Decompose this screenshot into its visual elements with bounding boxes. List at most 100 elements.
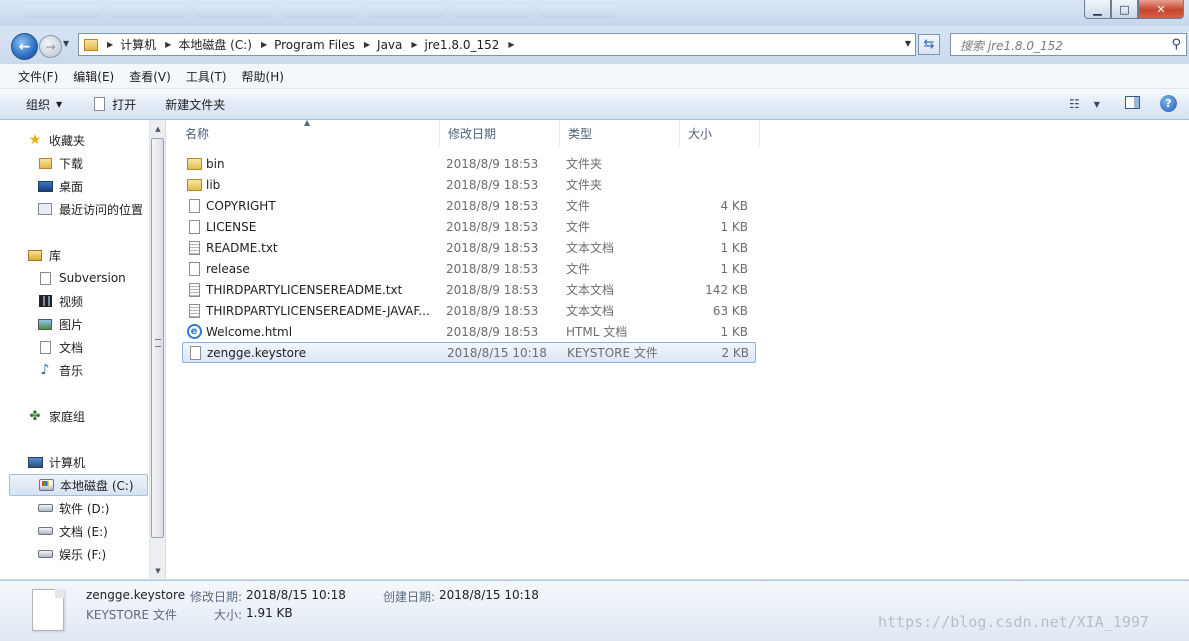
file-type: 文本文档 bbox=[566, 241, 615, 255]
nav-recent-places[interactable]: 最近访问的位置 bbox=[37, 198, 143, 220]
address-row: ← → ▼ ▶ 计算机 ▶ 本地磁盘 (C:) ▶ Program Files ▶ J… bbox=[0, 26, 1189, 64]
file-row[interactable]: lib 2018/8/9 18:53 文件夹 bbox=[182, 174, 756, 195]
file-modified-date: 2018/8/9 18:53 bbox=[446, 282, 539, 297]
window-controls: ▁ □ ✕ bbox=[1084, 0, 1184, 19]
nav-music[interactable]: ♪ 音乐 bbox=[37, 359, 83, 381]
nav-scrollbar[interactable]: ▲ ▼ bbox=[149, 120, 165, 579]
file-row[interactable]: zengge.keystore 2018/8/15 10:18 KEYSTORE 文… bbox=[182, 342, 756, 363]
column-type[interactable]: 类型 bbox=[560, 120, 680, 146]
file-modified-date: 2018/8/9 18:53 bbox=[446, 303, 539, 318]
file-type: 文本文档 bbox=[566, 304, 615, 318]
nav-documents[interactable]: 文档 bbox=[37, 336, 83, 358]
folder-icon bbox=[186, 156, 202, 171]
file-row[interactable]: README.txt 2018/8/9 18:53 文本文档 1 KB bbox=[182, 237, 756, 258]
breadcrumb-computer[interactable]: 计算机 ▶ bbox=[120, 36, 178, 53]
file-modified-date: 2018/8/9 18:53 bbox=[446, 198, 539, 213]
file-row[interactable]: e Welcome.html 2018/8/9 18:53 HTML 文档 1 KB bbox=[182, 321, 756, 342]
nav-drive-d[interactable]: 软件 (D:) bbox=[37, 497, 109, 519]
breadcrumb-local-disk[interactable]: 本地磁盘 (C:) ▶ bbox=[178, 36, 274, 53]
preview-pane-icon[interactable] bbox=[1125, 96, 1140, 109]
nav-homegroup[interactable]: ✤ 家庭组 bbox=[27, 405, 85, 427]
help-icon[interactable]: ? bbox=[1160, 95, 1177, 112]
back-button[interactable]: ← bbox=[11, 33, 38, 60]
nav-downloads[interactable]: 下载 bbox=[37, 152, 83, 174]
nav-drive-f[interactable]: 娱乐 (F:) bbox=[37, 543, 106, 565]
file-size: 1 KB bbox=[720, 240, 748, 255]
chevron-down-icon: ▼ bbox=[1093, 99, 1100, 109]
nav-favorites[interactable]: ★ 收藏夹 bbox=[27, 129, 85, 151]
file-size: 63 KB bbox=[712, 303, 748, 318]
back-arrow-icon: ← bbox=[18, 38, 31, 55]
file-modified-date: 2018/8/9 18:53 bbox=[446, 324, 539, 339]
menu-view[interactable]: 查看(V) bbox=[121, 68, 178, 85]
file-row[interactable]: THIRDPARTYLICENSEREADME.txt 2018/8/9 18:5… bbox=[182, 279, 756, 300]
file-name: Welcome.html bbox=[206, 324, 293, 339]
file-type: 文件 bbox=[566, 262, 591, 276]
file-type: HTML 文档 bbox=[566, 325, 628, 339]
video-icon bbox=[37, 294, 53, 308]
address-history-dropdown-icon[interactable]: ▼ bbox=[905, 39, 911, 48]
change-view-button[interactable]: ☷ ▼ bbox=[1069, 97, 1100, 111]
nav-libraries[interactable]: 库 bbox=[27, 244, 61, 266]
file-name: lib bbox=[206, 177, 221, 192]
details-view-icon: ☷ bbox=[1069, 97, 1080, 111]
breadcrumb-program-files[interactable]: Program Files ▶ bbox=[274, 38, 377, 52]
details-filename: zengge.keystore bbox=[86, 588, 186, 602]
breadcrumb-root[interactable]: ▶ bbox=[98, 40, 120, 49]
refresh-icon: ⇆ bbox=[923, 37, 935, 52]
breadcrumb-jre[interactable]: jre1.8.0_152 ▶ bbox=[425, 38, 522, 52]
organize-button[interactable]: 组织 ▼ bbox=[26, 89, 62, 119]
minimize-button[interactable]: ▁ bbox=[1084, 0, 1111, 19]
address-bar[interactable]: ▶ 计算机 ▶ 本地磁盘 (C:) ▶ Program Files ▶ Java ▶ j… bbox=[78, 33, 916, 56]
nav-subversion[interactable]: Subversion bbox=[37, 267, 126, 289]
search-input[interactable] bbox=[958, 35, 1162, 56]
file-modified-date: 2018/8/9 18:53 bbox=[446, 177, 539, 192]
nav-desktop[interactable]: 桌面 bbox=[37, 175, 83, 197]
nav-videos[interactable]: 视频 bbox=[37, 290, 83, 312]
file-icon bbox=[186, 261, 202, 276]
file-name: THIRDPARTYLICENSEREADME.txt bbox=[206, 282, 403, 297]
new-folder-button[interactable]: 新建文件夹 bbox=[165, 89, 225, 119]
downloads-folder-icon bbox=[37, 156, 53, 170]
menu-help[interactable]: 帮助(H) bbox=[234, 68, 291, 85]
file-name: bin bbox=[206, 156, 225, 171]
file-type: 文件 bbox=[566, 220, 591, 234]
star-icon: ★ bbox=[28, 132, 42, 148]
file-row[interactable]: THIRDPARTYLICENSEREADME-JAVAF... 2018/8/9… bbox=[182, 300, 756, 321]
file-row[interactable]: release 2018/8/9 18:53 文件 1 KB bbox=[182, 258, 756, 279]
system-drive-icon bbox=[38, 478, 54, 492]
scroll-up-icon[interactable]: ▲ bbox=[150, 120, 165, 137]
search-icon[interactable]: ⚲ bbox=[1171, 37, 1181, 52]
file-name: LICENSE bbox=[206, 219, 257, 234]
file-row[interactable]: LICENSE 2018/8/9 18:53 文件 1 KB bbox=[182, 216, 756, 237]
nav-computer[interactable]: 计算机 bbox=[27, 451, 85, 473]
column-name[interactable]: ▲ 名称 bbox=[166, 118, 440, 146]
breadcrumb-java[interactable]: Java ▶ bbox=[377, 38, 425, 52]
recent-pages-dropdown-icon[interactable]: ▼ bbox=[63, 39, 69, 48]
scroll-thumb[interactable] bbox=[151, 138, 164, 538]
forward-button[interactable]: → bbox=[39, 35, 62, 58]
file-name: THIRDPARTYLICENSEREADME-JAVAF... bbox=[206, 303, 430, 318]
refresh-button[interactable]: ⇆ bbox=[918, 34, 940, 55]
command-bar: 组织 ▼ 打开 新建文件夹 ☷ ▼ ? bbox=[0, 89, 1189, 120]
column-size[interactable]: 大小 bbox=[680, 120, 760, 146]
file-type: 文本文档 bbox=[566, 283, 615, 297]
menu-file[interactable]: 文件(F) bbox=[0, 68, 65, 85]
menu-tools[interactable]: 工具(T) bbox=[178, 68, 234, 85]
search-box[interactable]: ⚲ bbox=[950, 33, 1187, 56]
column-modified[interactable]: 修改日期 bbox=[440, 120, 560, 146]
file-row[interactable]: COPYRIGHT 2018/8/9 18:53 文件 4 KB bbox=[182, 195, 756, 216]
nav-drive-c[interactable]: 本地磁盘 (C:) bbox=[9, 474, 148, 496]
file-modified-date: 2018/8/9 18:53 bbox=[446, 261, 539, 276]
details-size-label: 大小: bbox=[214, 608, 243, 622]
file-row[interactable]: bin 2018/8/9 18:53 文件夹 bbox=[182, 153, 756, 174]
navigation-pane: ★ 收藏夹 下载 桌面 最近访问的位置 库 Subversion 视频 图片 文档… bbox=[0, 120, 166, 579]
scroll-down-icon[interactable]: ▼ bbox=[150, 562, 165, 579]
nav-pictures[interactable]: 图片 bbox=[37, 313, 83, 335]
nav-drive-e[interactable]: 文档 (E:) bbox=[37, 520, 108, 542]
chevron-right-icon: ▶ bbox=[260, 40, 268, 49]
menu-edit[interactable]: 编辑(E) bbox=[65, 68, 121, 85]
close-button[interactable]: ✕ bbox=[1138, 0, 1184, 19]
open-button[interactable]: 打开 bbox=[94, 89, 136, 119]
maximize-button[interactable]: □ bbox=[1111, 0, 1138, 19]
